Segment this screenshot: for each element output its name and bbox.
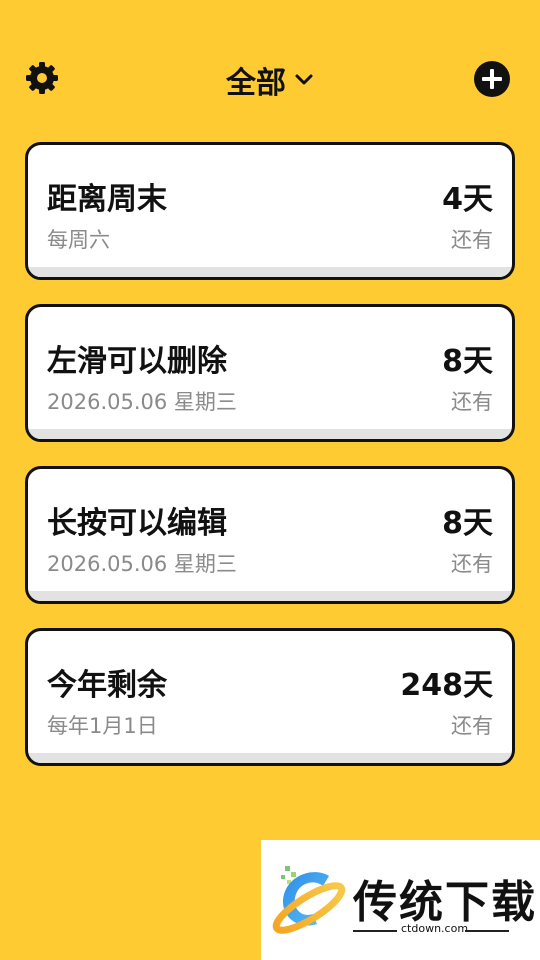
event-date: 2026.05.06 星期三 [47,390,237,414]
event-title: 距离周末 [47,182,167,217]
watermark-url: ctdown.com [401,922,469,935]
plus-circle-icon [474,61,510,97]
event-title: 今年剩余 [47,668,167,703]
add-event-button[interactable] [473,60,511,98]
category-dropdown[interactable]: 全部 [226,58,314,102]
days-remaining: 248天 [400,668,493,703]
watermark-brand: 传统下载 [353,877,537,928]
watermark-divider [465,930,509,932]
event-title: 长按可以编辑 [47,506,227,541]
countdown-card[interactable]: 左滑可以删除 2026.05.06 星期三 8天 还有 [25,304,515,442]
card-shadow [28,429,512,439]
card-shadow [28,591,512,601]
watermark-divider [353,930,397,932]
remaining-label: 还有 [451,552,493,576]
days-remaining: 4天 [442,182,493,217]
card-shadow [28,753,512,763]
event-date: 2026.05.06 星期三 [47,552,237,576]
event-title: 左滑可以删除 [47,344,227,379]
app-header: 全部 [0,0,540,140]
remaining-label: 还有 [451,228,493,252]
site-logo-icon [272,866,346,934]
countdown-list: 距离周末 每周六 4天 还有 左滑可以删除 2026.05.06 星期三 8天 … [25,142,515,790]
event-date: 每年1月1日 [47,714,158,738]
card-shadow [28,267,512,277]
watermark: 传统下载 ctdown.com [261,840,540,960]
page-title: 全部 [226,66,286,101]
chevron-down-icon [295,74,313,85]
days-remaining: 8天 [442,506,493,541]
event-date: 每周六 [47,228,110,252]
days-remaining: 8天 [442,344,493,379]
remaining-label: 还有 [451,714,493,738]
remaining-label: 还有 [451,390,493,414]
countdown-card[interactable]: 距离周末 每周六 4天 还有 [25,142,515,280]
countdown-card[interactable]: 今年剩余 每年1月1日 248天 还有 [25,628,515,766]
countdown-card[interactable]: 长按可以编辑 2026.05.06 星期三 8天 还有 [25,466,515,604]
